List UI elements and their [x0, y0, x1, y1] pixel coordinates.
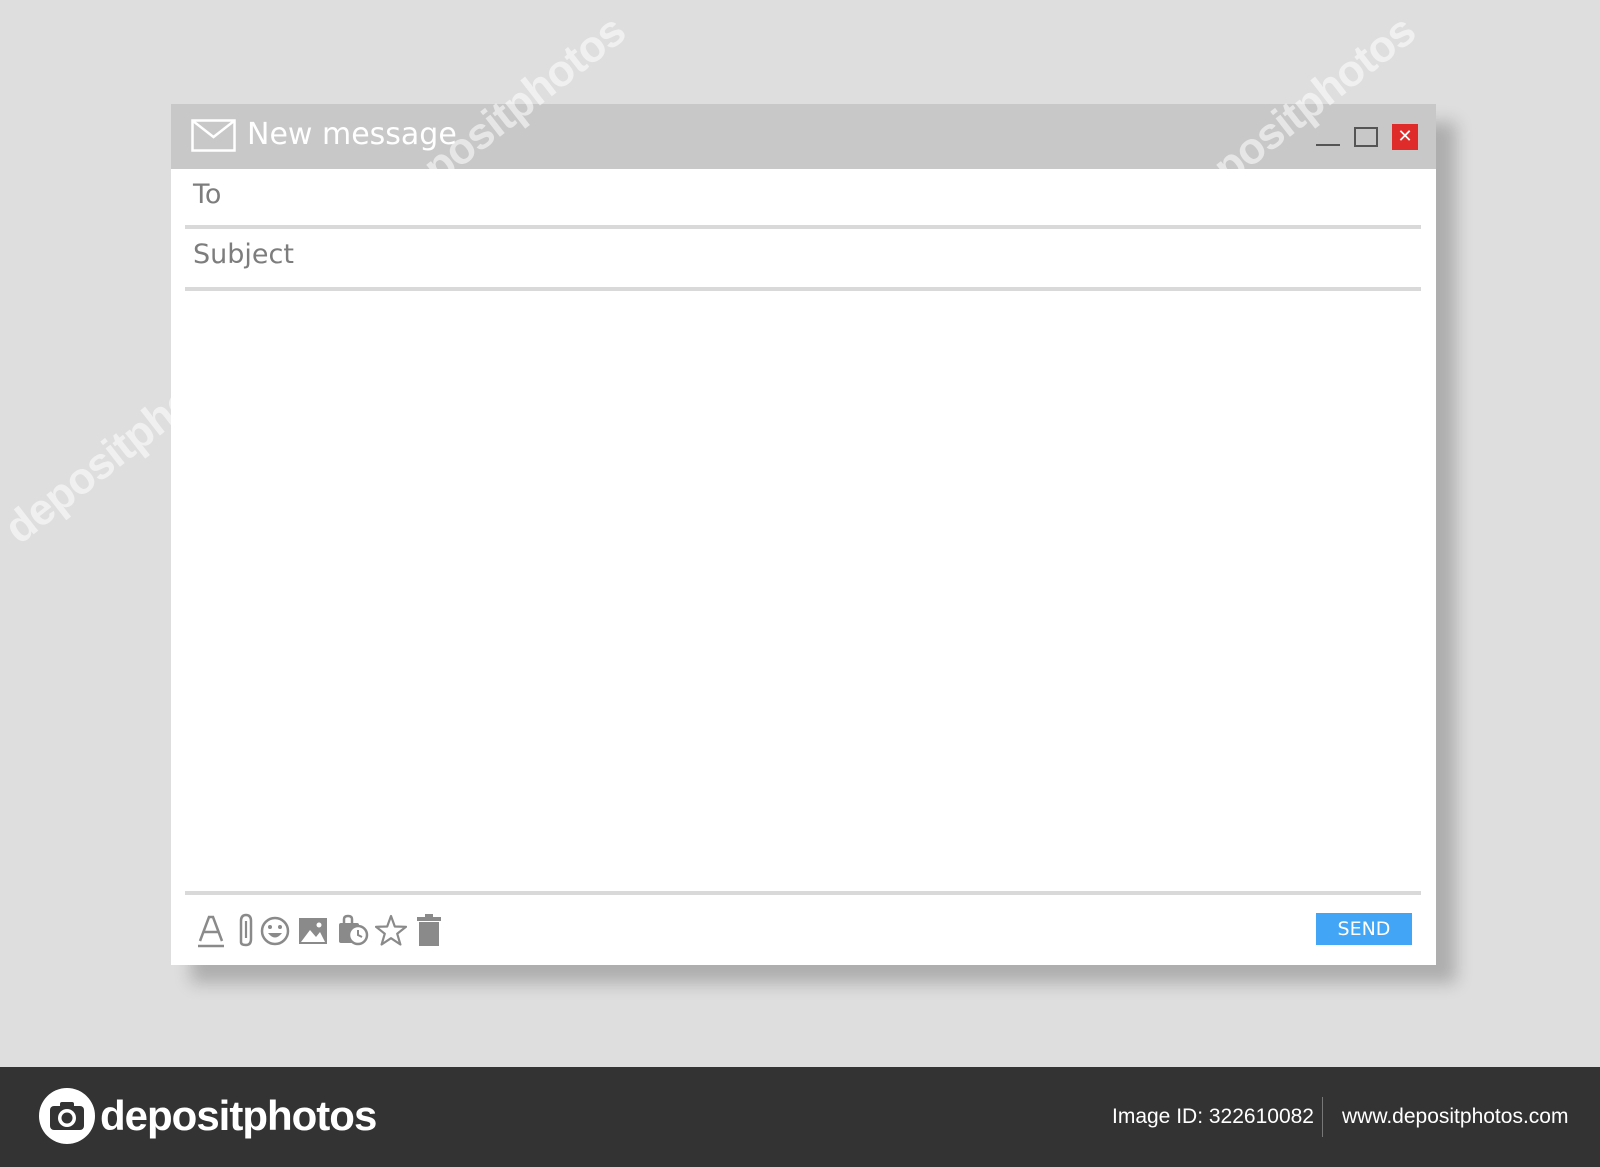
minimize-icon[interactable]	[1315, 126, 1341, 148]
maximize-icon[interactable]	[1353, 126, 1379, 148]
toolbar-divider	[185, 891, 1421, 895]
trash-icon[interactable]	[413, 912, 445, 948]
schedule-icon[interactable]	[337, 912, 369, 948]
image-id: Image ID: 322610082	[1112, 1105, 1314, 1128]
close-icon[interactable]: ✕	[1392, 124, 1418, 150]
window-title: New message	[247, 117, 457, 152]
envelope-icon	[191, 119, 236, 152]
star-icon[interactable]	[375, 912, 407, 948]
subject-label: Subject	[193, 239, 294, 270]
send-button[interactable]: SEND	[1316, 913, 1412, 945]
compose-window: New message ✕ To Subject SEND	[171, 104, 1436, 965]
to-label: To	[193, 179, 222, 210]
camera-logo-icon	[39, 1088, 95, 1144]
brand-name: depositphotos	[100, 1092, 377, 1139]
title-bar[interactable]: New message ✕	[171, 104, 1436, 169]
text-format-icon[interactable]	[195, 912, 227, 948]
emoji-icon[interactable]	[259, 912, 291, 948]
subject-field: Subject	[185, 229, 1421, 291]
message-body[interactable]	[185, 299, 1421, 891]
footer-separator	[1322, 1097, 1323, 1137]
footer-bar: depositphotos Image ID: 322610082 www.de…	[0, 1067, 1600, 1167]
site-url[interactable]: www.depositphotos.com	[1342, 1105, 1568, 1129]
to-field: To	[185, 169, 1421, 229]
to-input[interactable]	[255, 179, 1405, 217]
attachment-icon[interactable]	[229, 912, 261, 948]
subject-input[interactable]	[315, 239, 1405, 277]
image-icon[interactable]	[297, 912, 329, 948]
